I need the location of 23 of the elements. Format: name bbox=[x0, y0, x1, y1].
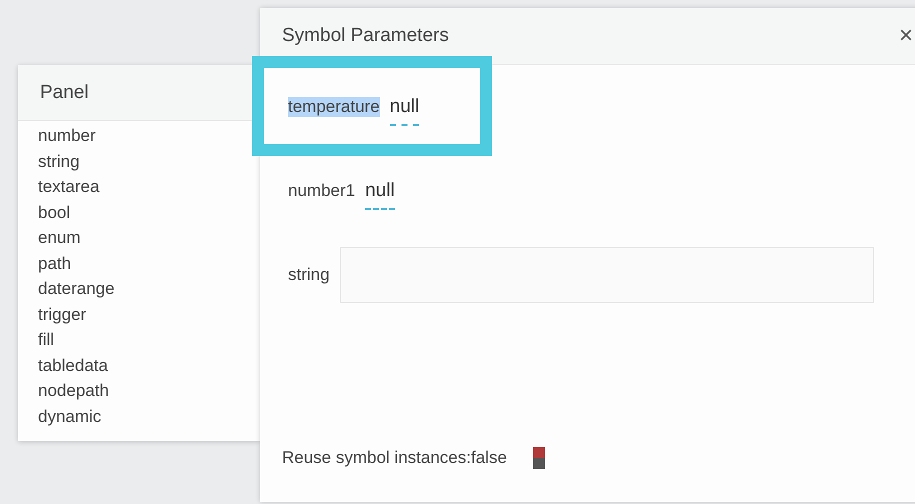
param-label: number1 bbox=[288, 181, 356, 201]
param-label: temperature bbox=[288, 97, 380, 117]
close-button[interactable]: × bbox=[899, 22, 914, 50]
panel-item[interactable]: fill bbox=[38, 327, 54, 353]
panel-item[interactable]: path bbox=[38, 250, 72, 276]
panel-item[interactable]: trigger bbox=[38, 302, 86, 328]
toggle-switch[interactable] bbox=[532, 447, 545, 469]
reuse-label: Reuse symbol instances: bbox=[282, 448, 471, 468]
panel-item[interactable]: string bbox=[38, 148, 80, 174]
panel-item[interactable]: nodepath bbox=[38, 378, 109, 404]
panel-item[interactable]: dynamic bbox=[38, 404, 102, 430]
panel-item[interactable]: textarea bbox=[38, 174, 100, 200]
dialog-title: Symbol Parameters bbox=[282, 25, 449, 47]
reuse-value: false bbox=[470, 448, 507, 468]
editable-value[interactable]: null bbox=[365, 180, 395, 210]
panel-item[interactable]: bool bbox=[38, 200, 70, 226]
param-label: string bbox=[288, 265, 330, 285]
panel-item[interactable]: number bbox=[38, 123, 96, 149]
panel-title: Panel bbox=[40, 82, 89, 104]
panel-item[interactable]: enum bbox=[38, 225, 81, 251]
panel-item[interactable]: daterange bbox=[38, 276, 115, 302]
editable-value[interactable]: null bbox=[390, 96, 420, 126]
panel-item[interactable]: tabledata bbox=[38, 352, 108, 378]
